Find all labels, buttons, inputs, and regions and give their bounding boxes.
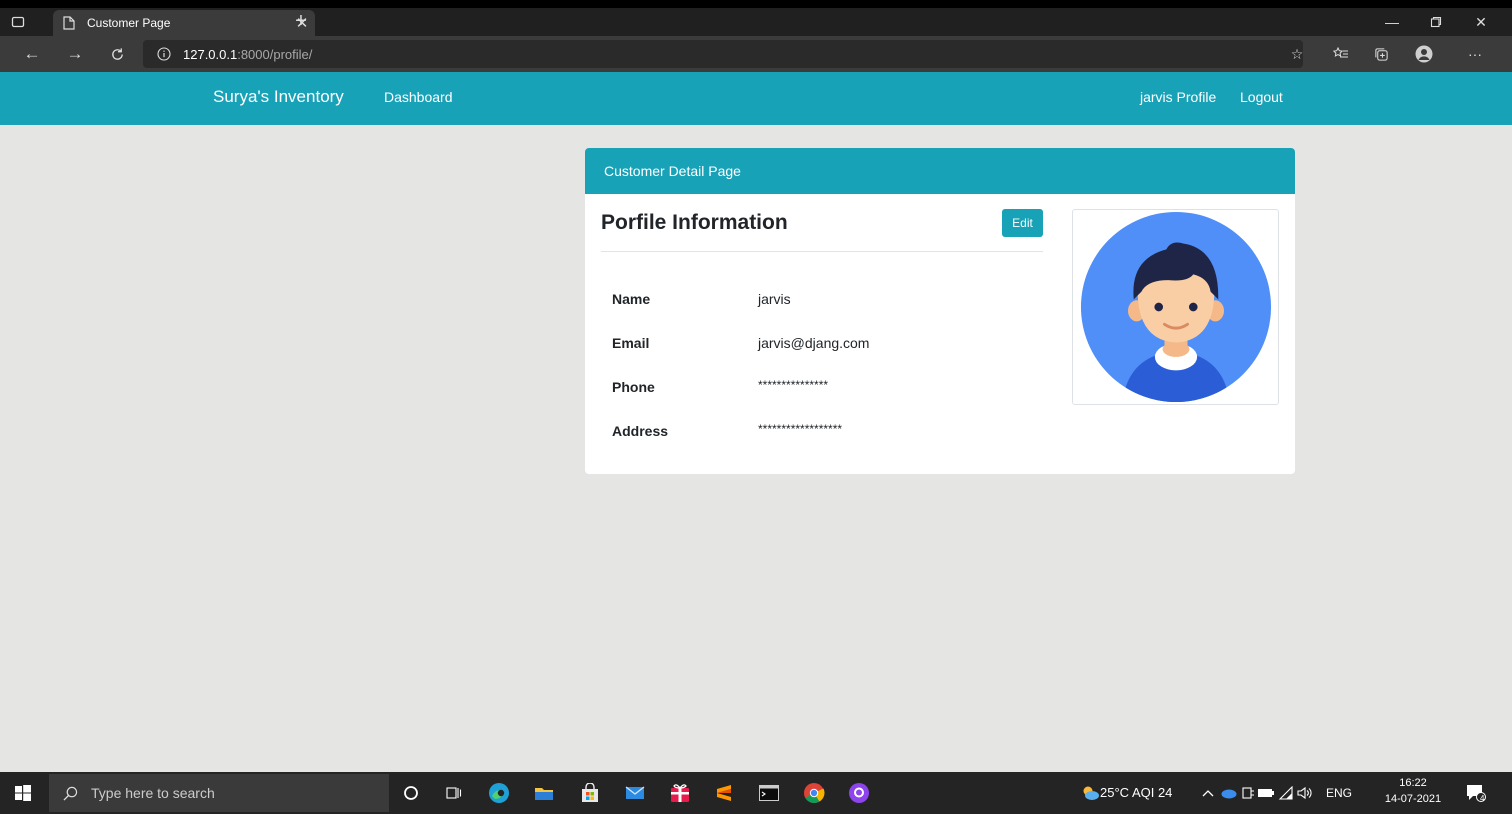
store-icon[interactable] (576, 779, 604, 807)
search-icon (63, 785, 79, 801)
field-value: ****************** (758, 422, 843, 436)
gift-app-icon[interactable] (666, 779, 694, 807)
back-icon[interactable]: ← (19, 42, 45, 66)
collections-icon[interactable] (1368, 42, 1394, 66)
url-text: 127.0.0.1:8000/profile/ (183, 47, 312, 62)
more-menu-icon[interactable]: ··· (1462, 42, 1488, 66)
taskbar-search-box[interactable]: Type here to search (49, 774, 389, 812)
chrome-icon[interactable] (800, 779, 828, 807)
search-placeholder: Type here to search (91, 785, 215, 801)
field-value: jarvis (758, 291, 791, 307)
volume-icon[interactable] (1291, 779, 1319, 807)
cortana-icon[interactable] (397, 779, 425, 807)
edit-button[interactable]: Edit (1002, 209, 1043, 237)
restore-button[interactable] (1416, 8, 1456, 36)
terminal-icon[interactable] (755, 779, 783, 807)
mail-icon[interactable] (621, 779, 649, 807)
info-row-email: Email jarvis@djang.com (612, 335, 1032, 355)
browser-toolbar: ← → 127.0.0.1:8000/profile/ ☆ ··· (0, 36, 1512, 72)
nav-link-logout[interactable]: Logout (1240, 89, 1283, 105)
favorites-star-icon[interactable]: ☆ (1284, 42, 1310, 66)
notifications-icon[interactable]: 4 (1462, 779, 1490, 807)
field-label: Address (612, 423, 669, 439)
nav-link-profile[interactable]: jarvis Profile (1140, 89, 1216, 105)
github-desktop-icon[interactable] (845, 779, 873, 807)
forward-icon[interactable]: → (62, 42, 88, 66)
site-info-icon[interactable] (157, 46, 173, 62)
divider (601, 251, 1043, 252)
windows-taskbar: Type here to search 25°C AQI 24 ENG 16:2… (0, 772, 1512, 814)
language-indicator[interactable]: ENG (1326, 786, 1352, 800)
url-host: 127.0.0.1 (183, 46, 238, 62)
browser-tab-strip: Customer Page ✕ + — ✕ (0, 8, 1512, 36)
card-header: Customer Detail Page (585, 148, 1295, 194)
sublime-text-icon[interactable] (710, 779, 738, 807)
field-label: Email (612, 335, 650, 351)
page-icon (63, 15, 79, 31)
notification-count: 4 (1480, 794, 1485, 803)
clock-time[interactable]: 16:22 (1378, 777, 1448, 789)
field-value: jarvis@djang.com (758, 335, 870, 351)
minimize-button[interactable]: — (1372, 8, 1412, 36)
site-navbar: Surya's Inventory Dashboard jarvis Profi… (0, 72, 1512, 125)
brand-link[interactable]: Surya's Inventory (213, 87, 344, 107)
browser-tab[interactable]: Customer Page ✕ (53, 10, 315, 36)
url-path: :8000/profile/ (237, 46, 313, 62)
close-window-button[interactable]: ✕ (1461, 8, 1501, 36)
new-tab-button[interactable]: + (290, 11, 312, 32)
favorites-list-icon[interactable] (1328, 42, 1354, 66)
nav-link-dashboard[interactable]: Dashboard (384, 89, 453, 105)
avatar-illustration (1080, 211, 1271, 403)
weather-text[interactable]: 25°C AQI 24 (1100, 785, 1172, 800)
file-explorer-icon[interactable] (530, 779, 558, 807)
screen: Customer Page ✕ + — ✕ ← → 127.0.0.1:8000… (0, 8, 1512, 814)
customer-detail-card: Customer Detail Page Porfile Information… (585, 148, 1295, 474)
edge-icon[interactable] (485, 779, 513, 807)
info-row-address: Address ****************** (612, 422, 1032, 443)
clock-date[interactable]: 14-07-2021 (1378, 793, 1448, 805)
tab-actions-icon[interactable] (8, 12, 28, 32)
refresh-icon[interactable] (104, 42, 130, 66)
info-row-phone: Phone *************** (612, 378, 1032, 399)
task-view-icon[interactable] (440, 779, 468, 807)
profile-heading: Porfile Information (601, 211, 788, 234)
field-label: Phone (612, 379, 655, 395)
field-label: Name (612, 291, 651, 307)
profile-picture (1072, 209, 1279, 405)
info-row-name: Name jarvis (612, 291, 1032, 311)
windows-start-icon[interactable] (0, 772, 46, 814)
field-value: *************** (758, 378, 829, 392)
address-bar[interactable]: 127.0.0.1:8000/profile/ (143, 40, 1303, 68)
profile-avatar-icon[interactable] (1411, 42, 1437, 66)
tab-title: Customer Page (87, 16, 171, 30)
